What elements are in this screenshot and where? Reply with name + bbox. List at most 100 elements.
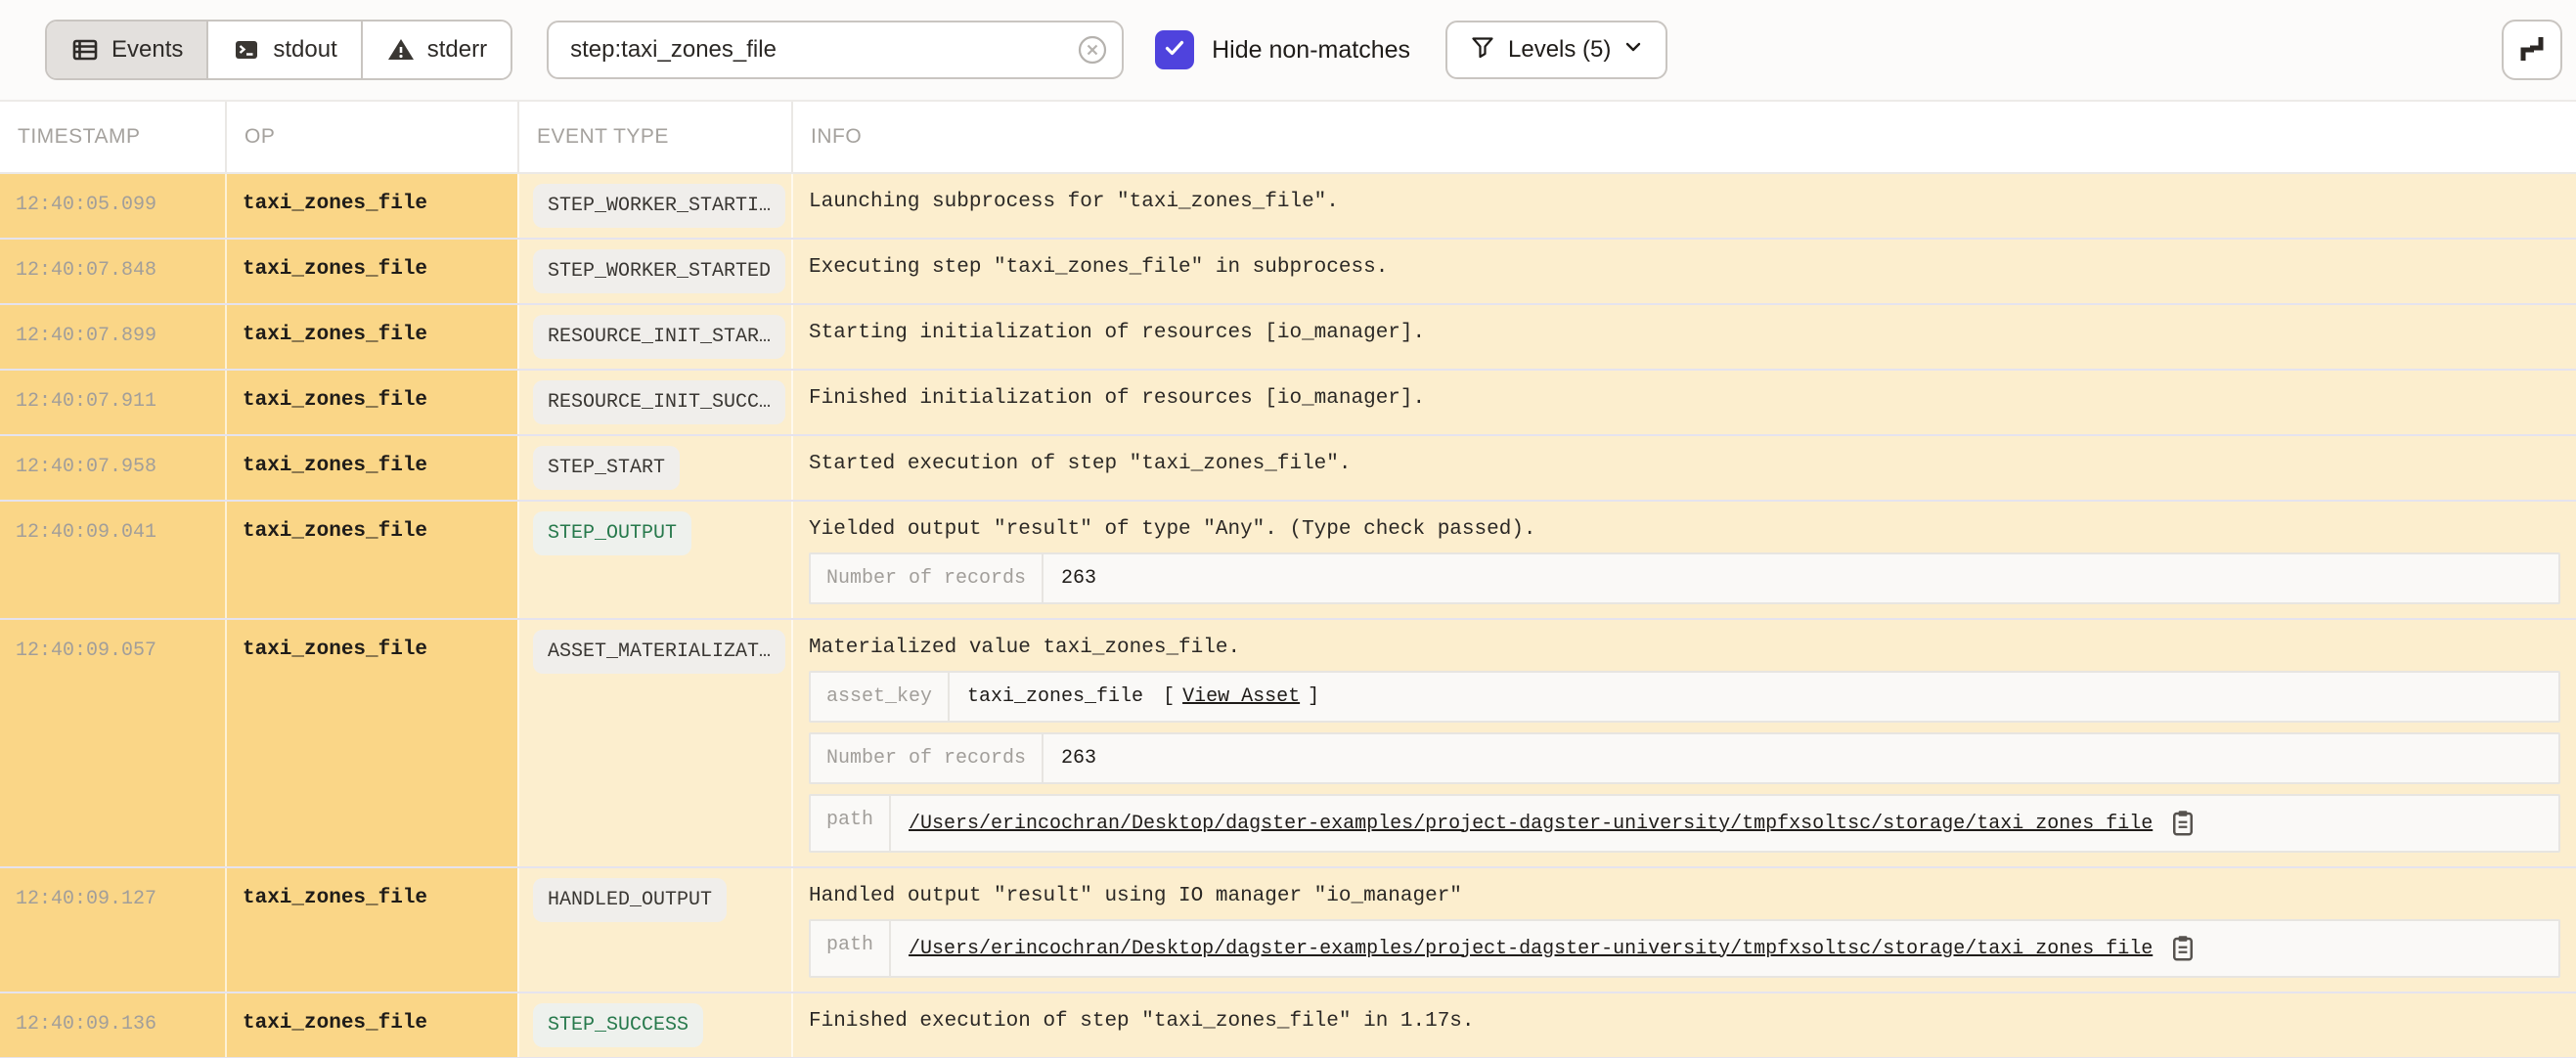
log-row[interactable]: 12:40:09.127taxi_zones_file HANDLED_OUTPU…: [0, 868, 2576, 993]
metadata-value: 263: [1044, 554, 1114, 602]
event-type-tag: STEP_START: [533, 446, 680, 490]
timestamp-cell: 12:40:09.136: [0, 993, 225, 1057]
log-row[interactable]: 12:40:09.041taxi_zones_fileSTEP_OUTPUTYi…: [0, 502, 2576, 620]
metadata-value: taxi_zones_file [View Asset]: [950, 673, 1337, 721]
log-rows: 12:40:05.099taxi_zones_fileSTEP_WORKER_S…: [0, 174, 2576, 1058]
event-type-tag: ASSET_MATERIALIZAT…: [533, 630, 785, 674]
info-text: Finished initialization of resources [io…: [809, 386, 2560, 412]
op-cell[interactable]: taxi_zones_file: [225, 371, 517, 434]
path-link[interactable]: /Users/erincochran/Desktop/dagster-examp…: [909, 938, 2153, 960]
tab-stdout[interactable]: stdout: [206, 22, 360, 78]
info-cell: Finished initialization of resources [io…: [791, 371, 2576, 434]
run-logs-panel: Events stdout stderr: [0, 0, 2576, 1058]
column-header-op: OP: [225, 102, 517, 172]
collapse-panel-button[interactable]: [2502, 20, 2562, 80]
timestamp-cell: 12:40:05.099: [0, 174, 225, 238]
timestamp-cell: 12:40:09.127: [0, 868, 225, 992]
info-text: Executing step "taxi_zones_file" in subp…: [809, 255, 2560, 281]
op-cell[interactable]: taxi_zones_file: [225, 174, 517, 238]
op-cell[interactable]: taxi_zones_file: [225, 620, 517, 866]
tab-stderr[interactable]: stderr: [361, 22, 511, 78]
levels-filter-button[interactable]: Levels (5): [1445, 21, 1667, 79]
metadata-table: asset_keytaxi_zones_file [View Asset]: [809, 671, 2560, 723]
info-cell: Handled output "result" using IO manager…: [791, 868, 2576, 992]
info-cell: Started execution of step "taxi_zones_fi…: [791, 436, 2576, 500]
event-type-cell: RESOURCE_INIT_SUCC…: [517, 371, 791, 434]
filter-funnel-icon: [1469, 33, 1496, 67]
metadata-key: Number of records: [811, 734, 1044, 782]
column-header-info: INFO: [791, 102, 2576, 172]
metadata-key: path: [811, 921, 891, 976]
log-row[interactable]: 12:40:09.136taxi_zones_fileSTEP_SUCCESS F…: [0, 993, 2576, 1058]
log-row[interactable]: 12:40:07.958taxi_zones_file STEP_START Sta…: [0, 436, 2576, 502]
clear-search-icon[interactable]: [1077, 34, 1108, 66]
info-text: Materialized value taxi_zones_file.: [809, 636, 2560, 661]
info-cell: Finished execution of step "taxi_zones_f…: [791, 993, 2576, 1057]
info-text: Handled output "result" using IO manager…: [809, 884, 2560, 909]
op-cell[interactable]: taxi_zones_file: [225, 502, 517, 618]
warning-icon: [386, 35, 416, 65]
log-table-body: 12:40:05.099taxi_zones_fileSTEP_WORKER_S…: [0, 174, 2576, 1058]
tab-label: stderr: [427, 36, 487, 64]
log-view-tabs: Events stdout stderr: [45, 20, 512, 80]
copy-path-icon[interactable]: [2170, 934, 2196, 963]
op-cell[interactable]: taxi_zones_file: [225, 868, 517, 992]
event-type-cell: RESOURCE_INIT_STAR…: [517, 305, 791, 369]
tab-label: stdout: [273, 36, 336, 64]
info-cell: Materialized value taxi_zones_file.asset…: [791, 620, 2576, 866]
event-type-cell: HANDLED_OUTPUT: [517, 868, 791, 992]
column-header-event-type: EVENT TYPE: [517, 102, 791, 172]
table-header: TIMESTAMP OP EVENT TYPE INFO: [0, 102, 2576, 174]
checkmark-icon: [1162, 35, 1187, 66]
event-type-tag: RESOURCE_INIT_SUCC…: [533, 380, 785, 424]
info-cell: Launching subprocess for "taxi_zones_fil…: [791, 174, 2576, 238]
op-cell[interactable]: taxi_zones_file: [225, 436, 517, 500]
log-filter-input[interactable]: [547, 21, 1124, 79]
event-type-cell: STEP_SUCCESS: [517, 993, 791, 1057]
op-cell[interactable]: taxi_zones_file: [225, 305, 517, 369]
info-text: Launching subprocess for "taxi_zones_fil…: [809, 190, 2560, 215]
event-type-tag: STEP_WORKER_STARTED: [533, 249, 785, 293]
metadata-key: asset_key: [811, 673, 950, 721]
metadata-table: Number of records263: [809, 552, 2560, 604]
event-type-tag: STEP_WORKER_STARTI…: [533, 184, 785, 228]
column-header-timestamp: TIMESTAMP: [0, 102, 225, 172]
event-type-cell: ASSET_MATERIALIZAT…: [517, 620, 791, 866]
path-link[interactable]: /Users/erincochran/Desktop/dagster-examp…: [909, 813, 2153, 835]
tab-label: Events: [111, 36, 183, 64]
info-text: Yielded output "result" of type "Any". (…: [809, 517, 2560, 543]
log-row[interactable]: 12:40:07.899taxi_zones_file RESOURCE_INIT…: [0, 305, 2576, 371]
info-text: Finished execution of step "taxi_zones_f…: [809, 1009, 2560, 1035]
event-type-cell: STEP_WORKER_STARTI…: [517, 174, 791, 238]
op-cell[interactable]: taxi_zones_file: [225, 993, 517, 1057]
log-row[interactable]: 12:40:05.099taxi_zones_file STEP_WORKER_S…: [0, 174, 2576, 240]
event-type-cell: STEP_WORKER_STARTED: [517, 240, 791, 303]
chevron-down-icon: [1622, 36, 1644, 65]
timestamp-cell: 12:40:07.848: [0, 240, 225, 303]
timestamp-cell: 12:40:07.958: [0, 436, 225, 500]
info-text: Started execution of step "taxi_zones_fi…: [809, 452, 2560, 477]
metadata-table: path/Users/erincochran/Desktop/dagster-e…: [809, 919, 2560, 978]
metadata-value-text: 263: [1061, 567, 1096, 590]
log-filter: [547, 21, 1124, 79]
bracket: [: [1151, 685, 1175, 708]
metadata-table: path/Users/erincochran/Desktop/dagster-e…: [809, 794, 2560, 853]
log-row[interactable]: 12:40:09.057taxi_zones_file ASSET_MATERIA…: [0, 620, 2576, 868]
logs-toolbar: Events stdout stderr: [0, 0, 2576, 102]
log-row[interactable]: 12:40:07.848taxi_zones_file STEP_WORKER_S…: [0, 240, 2576, 305]
event-type-tag: HANDLED_OUTPUT: [533, 878, 727, 922]
log-row[interactable]: 12:40:07.911taxi_zones_fileRESOURCE_INIT…: [0, 371, 2576, 436]
info-cell: Executing step "taxi_zones_file" in subp…: [791, 240, 2576, 303]
copy-path-icon[interactable]: [2170, 809, 2196, 838]
timestamp-cell: 12:40:09.057: [0, 620, 225, 866]
op-cell[interactable]: taxi_zones_file: [225, 240, 517, 303]
hide-non-matches-checkbox[interactable]: [1155, 30, 1194, 69]
info-cell: Yielded output "result" of type "Any". (…: [791, 502, 2576, 618]
info-text: Starting initialization of resources [io…: [809, 321, 2560, 346]
tab-events[interactable]: Events: [47, 22, 206, 78]
hide-non-matches-label: Hide non-matches: [1212, 36, 1410, 65]
events-table-icon: [70, 35, 100, 65]
view-asset-link[interactable]: View Asset: [1182, 685, 1300, 708]
event-type-tag: RESOURCE_INIT_STAR…: [533, 315, 785, 359]
timestamp-cell: 12:40:07.899: [0, 305, 225, 369]
